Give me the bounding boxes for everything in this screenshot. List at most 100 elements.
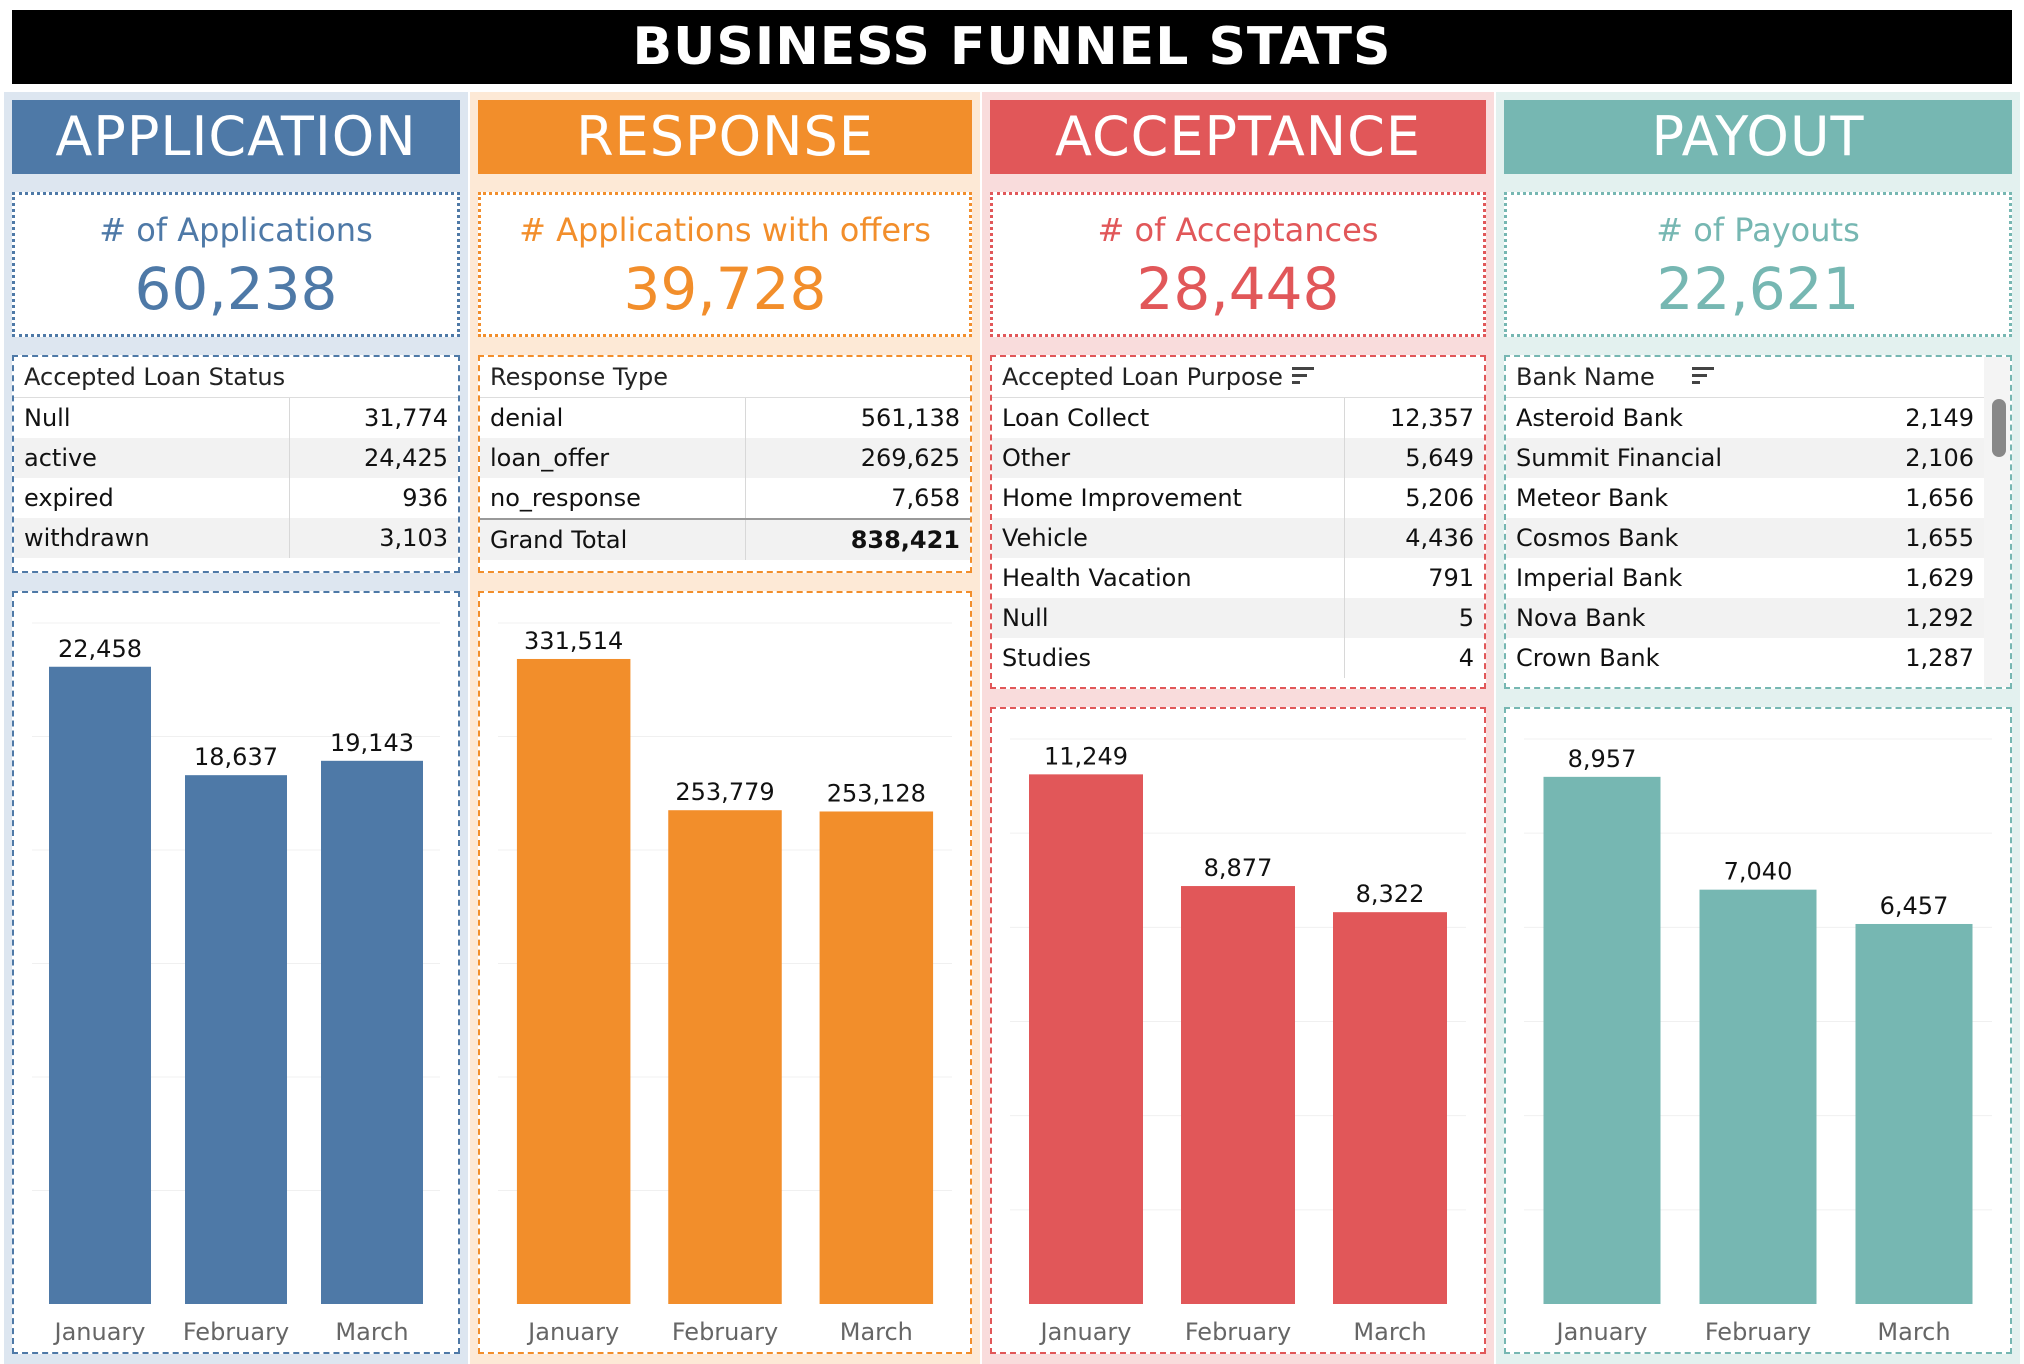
bar-january[interactable] xyxy=(1029,774,1143,1304)
column-divider xyxy=(1344,638,1345,678)
table-row[interactable]: Health Vacation 791 xyxy=(992,558,1484,598)
bar-february[interactable] xyxy=(668,810,782,1304)
offers-kpi-value: 39,728 xyxy=(623,255,827,323)
table-row[interactable]: Crown Bank 1,287 xyxy=(1506,638,1984,678)
row-label: Cosmos Bank xyxy=(1516,524,1679,552)
data-label: 18,637 xyxy=(194,743,278,771)
row-label: Null xyxy=(1002,604,1049,632)
data-label: 7,040 xyxy=(1724,858,1793,886)
sort-icon[interactable] xyxy=(1692,367,1714,387)
table-row[interactable]: Nova Bank 1,292 xyxy=(1506,598,1984,638)
row-value: 1,655 xyxy=(1905,524,1974,552)
column-divider xyxy=(289,518,290,558)
x-tick-label: February xyxy=(672,1318,778,1346)
row-label: Home Improvement xyxy=(1002,484,1242,512)
bank-name-table-header[interactable]: Bank Name xyxy=(1516,363,1655,391)
table-row[interactable]: Imperial Bank 1,629 xyxy=(1506,558,1984,598)
x-tick-label: March xyxy=(335,1318,408,1346)
x-tick-label: March xyxy=(840,1318,913,1346)
table-row[interactable]: Cosmos Bank 1,655 xyxy=(1506,518,1984,558)
table-row[interactable]: Summit Financial 2,106 xyxy=(1506,438,1984,478)
grand-total-row[interactable]: Grand Total 838,421 xyxy=(480,518,970,560)
row-value: 2,106 xyxy=(1905,444,1974,472)
loan-purpose-table[interactable]: Accepted Loan Purpose Loan Collect 12,357… xyxy=(990,355,1486,689)
table-row[interactable]: Other 5,649 xyxy=(992,438,1484,478)
bar-march[interactable] xyxy=(321,760,423,1304)
row-label: Summit Financial xyxy=(1516,444,1723,472)
table-row[interactable]: withdrawn 3,103 xyxy=(14,518,458,558)
bar-chart-svg: 331,514 January 253,779 February 253,128 Marc… xyxy=(498,622,952,1346)
bar-february[interactable] xyxy=(1181,886,1295,1304)
row-label: Other xyxy=(1002,444,1071,472)
bar-february[interactable] xyxy=(1699,889,1817,1304)
response-header: RESPONSE xyxy=(478,100,972,174)
bank-name-table[interactable]: Bank Name Asteroid Bank 2,149 Summit Fina… xyxy=(1504,355,2012,689)
row-value: 2,149 xyxy=(1905,404,1974,432)
bar-february[interactable] xyxy=(185,775,287,1304)
table-row[interactable]: Studies 4 xyxy=(992,638,1484,678)
response-type-table-header[interactable]: Response Type xyxy=(490,363,668,391)
bar-march[interactable] xyxy=(819,811,934,1304)
bar-march[interactable] xyxy=(1855,923,1973,1304)
column-divider xyxy=(745,520,746,560)
row-label: no_response xyxy=(490,484,641,512)
x-tick-label: March xyxy=(1877,1318,1950,1346)
row-label: loan_offer xyxy=(490,444,610,472)
row-value: 561,138 xyxy=(860,404,960,432)
column-divider xyxy=(289,478,290,518)
payouts-kpi-card: # of Payouts 22,621 xyxy=(1504,192,2012,337)
column-divider xyxy=(745,438,746,478)
loan-status-table-header[interactable]: Accepted Loan Status xyxy=(24,363,285,391)
row-value: 3,103 xyxy=(379,524,448,552)
payouts-monthly-chart[interactable]: 8,957 January 7,040 February 6,457 March xyxy=(1504,707,2012,1354)
row-value: 1,287 xyxy=(1905,644,1974,672)
dashboard-title: BUSINESS FUNNEL STATS xyxy=(12,10,2012,84)
table-row[interactable]: denial 561,138 xyxy=(480,398,970,438)
bar-chart-svg: 8,957 January 7,040 February 6,457 March xyxy=(1524,738,1992,1346)
x-tick-label: January xyxy=(53,1318,146,1346)
row-value: 24,425 xyxy=(364,444,448,472)
response-type-table[interactable]: Response Type denial 561,138 loan_offer 26… xyxy=(478,355,972,573)
row-value: 5,206 xyxy=(1405,484,1474,512)
sort-icon[interactable] xyxy=(1292,367,1314,387)
data-label: 6,457 xyxy=(1880,892,1949,920)
table-row[interactable]: loan_offer 269,625 xyxy=(480,438,970,478)
applications-kpi-card: # of Applications 60,238 xyxy=(12,192,460,337)
table-row[interactable]: Home Improvement 5,206 xyxy=(992,478,1484,518)
table-row[interactable]: Asteroid Bank 2,149 xyxy=(1506,398,1984,438)
table-row[interactable]: Vehicle 4,436 xyxy=(992,518,1484,558)
row-label: Meteor Bank xyxy=(1516,484,1669,512)
offers-monthly-chart[interactable]: 331,514 January 253,779 February 253,128 Marc… xyxy=(478,591,972,1354)
table-scrollbar[interactable] xyxy=(1992,399,2006,457)
table-row[interactable]: Null 5 xyxy=(992,598,1484,638)
applications-monthly-chart[interactable]: 22,458 January 18,637 February 19,143 March xyxy=(12,591,460,1354)
column-divider xyxy=(1344,598,1345,638)
row-value: 12,357 xyxy=(1390,404,1474,432)
table-row[interactable]: Null 31,774 xyxy=(14,398,458,438)
table-row[interactable]: Meteor Bank 1,656 xyxy=(1506,478,1984,518)
table-row[interactable]: active 24,425 xyxy=(14,438,458,478)
table-row[interactable]: expired 936 xyxy=(14,478,458,518)
row-label: Imperial Bank xyxy=(1516,564,1683,592)
row-value: 31,774 xyxy=(364,404,448,432)
table-row[interactable]: Loan Collect 12,357 xyxy=(992,398,1484,438)
column-divider xyxy=(289,398,290,438)
acceptances-kpi-value: 28,448 xyxy=(1136,255,1340,323)
loan-status-table[interactable]: Accepted Loan Status Null 31,774 active 24… xyxy=(12,355,460,573)
data-label: 8,322 xyxy=(1356,880,1425,908)
column-divider xyxy=(289,438,290,478)
bar-january[interactable] xyxy=(1543,776,1661,1304)
x-tick-label: February xyxy=(1185,1318,1291,1346)
bar-january[interactable] xyxy=(49,666,151,1304)
acceptances-monthly-chart[interactable]: 11,249 January 8,877 February 8,322 March xyxy=(990,707,1486,1354)
bar-march[interactable] xyxy=(1333,912,1447,1304)
bar-january[interactable] xyxy=(516,658,631,1304)
row-value: 936 xyxy=(402,484,448,512)
column-divider xyxy=(1344,398,1345,438)
row-value: 5 xyxy=(1458,604,1474,632)
x-tick-label: January xyxy=(1039,1318,1132,1346)
column-divider xyxy=(1344,438,1345,478)
loan-purpose-table-header[interactable]: Accepted Loan Purpose xyxy=(1002,363,1283,391)
table-row[interactable]: no_response 7,658 xyxy=(480,478,970,518)
column-divider xyxy=(1344,558,1345,598)
